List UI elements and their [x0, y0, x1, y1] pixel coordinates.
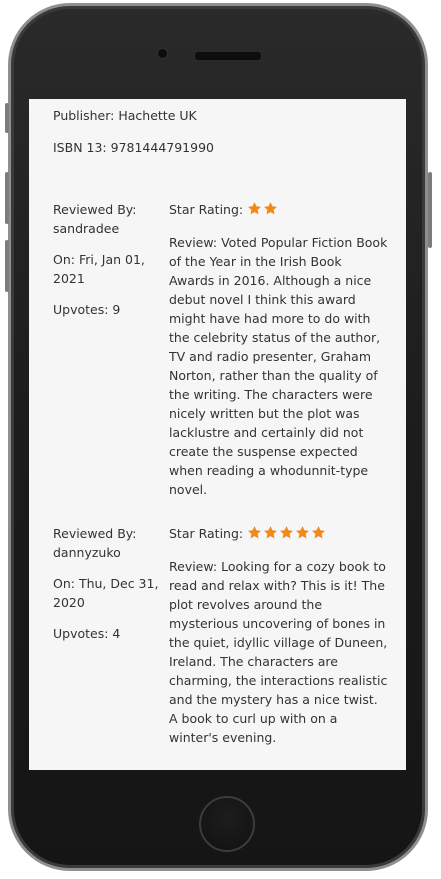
- isbn-text: ISBN 13: 9781444791990: [53, 140, 214, 155]
- front-camera: [157, 48, 168, 59]
- home-button[interactable]: [199, 796, 255, 852]
- star-rating-stars: [247, 525, 327, 545]
- star-icon: [248, 202, 261, 215]
- star-rating-stars: [247, 201, 279, 221]
- star-rating: Star Rating:: [169, 200, 389, 221]
- earpiece-speaker: [194, 51, 262, 61]
- star-icon: [312, 526, 325, 539]
- star-icon: [280, 526, 293, 539]
- reviewed-by-label: Reviewed By:: [53, 526, 137, 541]
- star-icon: [264, 526, 277, 539]
- volume-down-button[interactable]: [5, 240, 9, 292]
- star-icon: [248, 526, 261, 539]
- power-button[interactable]: [428, 172, 432, 248]
- phone-screen: Publisher: Hachette UK ISBN 13: 97814447…: [29, 99, 406, 770]
- publisher-text: Publisher: Hachette UK: [53, 108, 197, 123]
- reviewed-by-label: Reviewed By:: [53, 202, 137, 217]
- star-rating: Star Rating:: [169, 524, 389, 545]
- upvotes-count: Upvotes: 4: [53, 626, 121, 641]
- review-date: On: Thu, Dec 31, 2020: [53, 576, 159, 610]
- upvotes-count: Upvotes: 9: [53, 302, 121, 317]
- review-text: Review: Looking for a cozy book to read …: [169, 559, 388, 745]
- reviewer-name: dannyzuko: [53, 545, 121, 560]
- mute-switch[interactable]: [5, 103, 9, 133]
- review-text: Review: Voted Popular Fiction Book of th…: [169, 235, 388, 497]
- review-meta: Reviewed By: dannyzuko On: Thu, Dec 31, …: [53, 524, 159, 643]
- star-rating-label: Star Rating:: [169, 526, 244, 541]
- review-body: Star Rating: Review: Looking for a cozy …: [169, 524, 389, 747]
- reviewer-name: sandradee: [53, 221, 120, 236]
- star-icon: [296, 526, 309, 539]
- star-rating-label: Star Rating:: [169, 202, 244, 217]
- review-body: Star Rating: Review: Voted Popular Ficti…: [169, 200, 389, 499]
- star-icon: [264, 202, 277, 215]
- review-date: On: Fri, Jan 01, 2021: [53, 252, 145, 286]
- review-meta: Reviewed By: sandradee On: Fri, Jan 01, …: [53, 200, 159, 319]
- volume-up-button[interactable]: [5, 172, 9, 224]
